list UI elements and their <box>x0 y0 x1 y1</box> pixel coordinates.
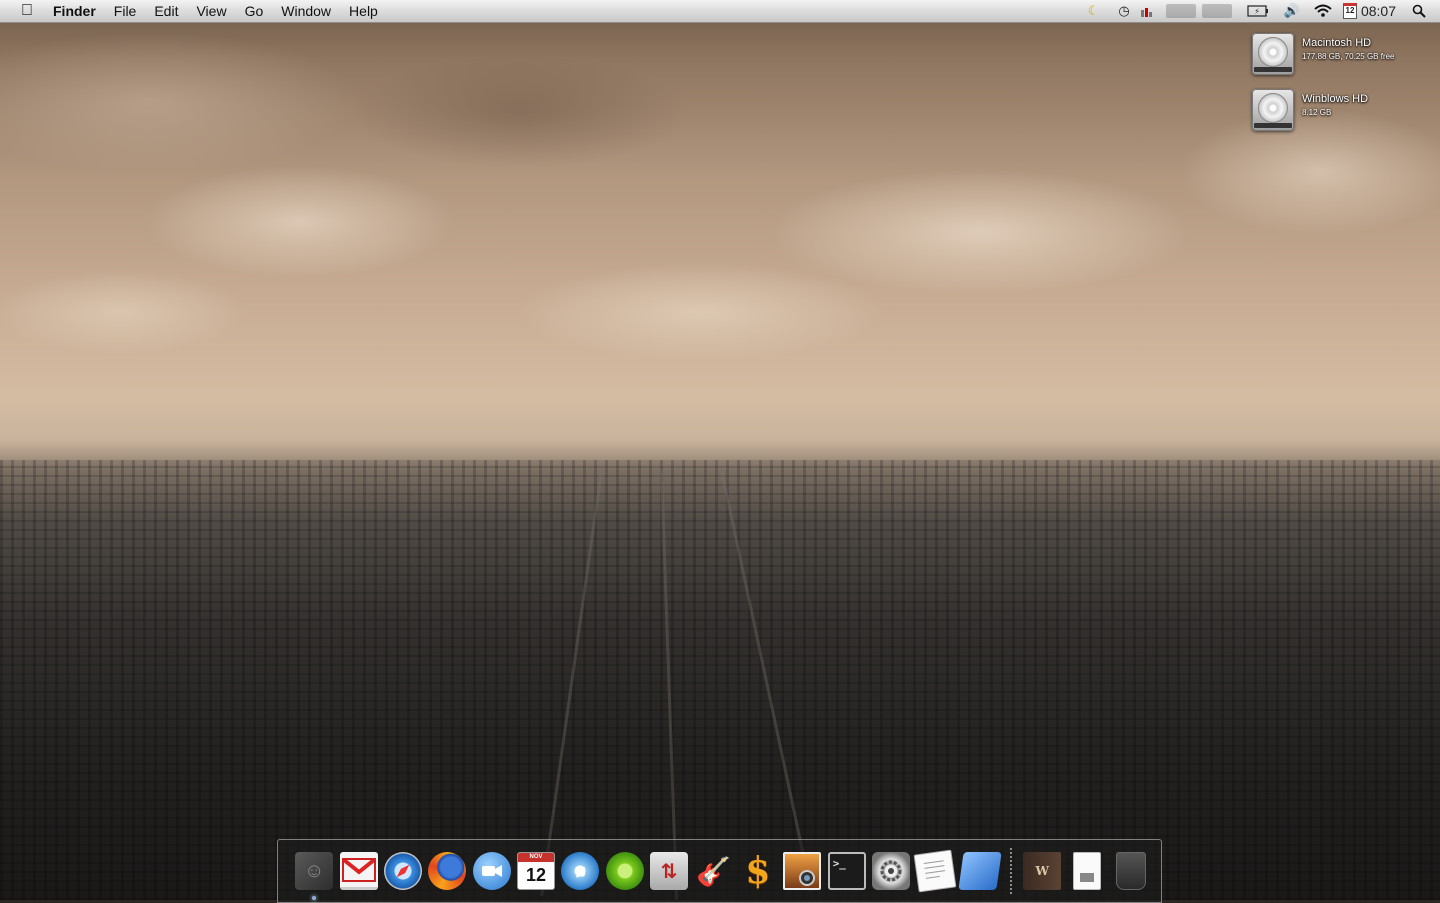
dock-system-preferences[interactable] <box>871 851 911 891</box>
volume-meter-icon[interactable] <box>1201 4 1232 18</box>
dock-gmail[interactable] <box>339 851 379 891</box>
dock-ical[interactable]: NOV 12 <box>516 851 556 891</box>
dock-ichat[interactable] <box>472 851 512 891</box>
ical-icon: NOV 12 <box>517 852 556 890</box>
drive-info: 177.88 GB, 70.25 GB free <box>1302 52 1395 61</box>
volume-meter-icon[interactable] <box>1165 4 1196 18</box>
calendar-date: 12 <box>1342 3 1357 19</box>
menu-view[interactable]: View <box>187 0 235 22</box>
spotlight-icon[interactable] <box>1412 0 1426 22</box>
menu-file[interactable]: File <box>105 0 146 22</box>
finder-icon: ☺ <box>295 852 334 890</box>
dock: ☺ NOV 12 ♫ ⇅ 🎸 $ >_ W <box>277 839 1162 903</box>
ichat-icon <box>472 852 511 890</box>
dock-firefox[interactable] <box>427 851 467 891</box>
dock-transmit[interactable]: ⇅ <box>649 851 689 891</box>
wifi-icon[interactable] <box>1313 0 1333 22</box>
calendar-icon[interactable]: 12 <box>1342 0 1357 22</box>
moon-icon[interactable]: ☾ <box>1088 0 1100 22</box>
iphoto-icon <box>783 852 822 890</box>
drive-info: 8.12 GB <box>1302 108 1332 117</box>
menu-clock[interactable]: 08:07 <box>1361 0 1396 22</box>
limewire-icon <box>605 852 644 890</box>
dock-terminal[interactable]: >_ <box>827 851 867 891</box>
dock-documents[interactable] <box>1067 851 1107 891</box>
running-indicator <box>312 896 317 900</box>
cash-icon: $ <box>745 850 771 892</box>
trash-icon <box>1115 852 1146 890</box>
dock-iphoto[interactable] <box>782 851 822 891</box>
battery-icon[interactable]: ⚡ <box>1247 0 1269 22</box>
svg-text:⚡: ⚡ <box>1254 7 1260 16</box>
dock-book[interactable]: W <box>1022 851 1062 891</box>
dock-separator <box>1010 848 1012 894</box>
menu-bar:  Finder File Edit View Go Window Help ☾… <box>0 0 1440 23</box>
dock-itunes[interactable]: ♫ <box>560 851 600 891</box>
dock-office[interactable] <box>958 851 1002 891</box>
menu-window[interactable]: Window <box>272 0 340 22</box>
speaker-icon[interactable]: 🔊 <box>1284 0 1300 22</box>
dock-cashculator[interactable]: $ <box>738 850 778 892</box>
menu-edit[interactable]: Edit <box>145 0 187 22</box>
safari-icon <box>383 852 422 890</box>
document-icon <box>1072 852 1101 890</box>
wallpaper-clouds <box>0 22 1440 462</box>
terminal-icon: >_ <box>827 852 866 890</box>
menu-app-name[interactable]: Finder <box>44 0 105 22</box>
ical-day: 12 <box>526 865 547 885</box>
drive-name: Macintosh HD <box>1302 37 1372 49</box>
apple-icon[interactable]:  <box>10 2 44 20</box>
transmit-icon: ⇅ <box>650 852 689 890</box>
system-preferences-icon <box>872 852 911 890</box>
menu-help[interactable]: Help <box>340 0 387 22</box>
menu-go[interactable]: Go <box>236 0 273 22</box>
dock-garageband[interactable]: 🎸 <box>694 851 734 891</box>
status-area: ☾ ◷ ⚡ 🔊 12 08:07 <box>1083 0 1440 22</box>
hard-drive-icon <box>1252 89 1294 131</box>
dock-safari[interactable] <box>383 851 423 891</box>
itunes-icon: ♫ <box>561 852 600 890</box>
drive-name: Winblows HD <box>1302 93 1369 105</box>
drive-macintosh-hd[interactable]: Macintosh HD 177.88 GB, 70.25 GB free <box>1252 33 1395 75</box>
wallpaper-city <box>0 460 1440 900</box>
gmail-icon <box>339 852 378 890</box>
dock-trash[interactable] <box>1111 851 1151 891</box>
office-icon <box>958 852 1002 890</box>
ical-month: NOV <box>518 853 555 862</box>
dock-textedit[interactable] <box>913 849 957 893</box>
hard-drive-icon <box>1252 33 1294 75</box>
book-icon: W <box>1023 852 1062 890</box>
garageband-icon: 🎸 <box>696 855 731 887</box>
cpu-meter-icon[interactable] <box>1140 0 1158 22</box>
firefox-icon <box>428 852 467 890</box>
dock-finder[interactable]: ☺ <box>294 851 334 900</box>
dock-limewire[interactable] <box>605 851 645 891</box>
drive-winblows-hd[interactable]: Winblows HD 8.12 GB <box>1252 89 1368 131</box>
textedit-icon <box>913 849 957 893</box>
time-machine-icon[interactable]: ◷ <box>1118 0 1129 22</box>
